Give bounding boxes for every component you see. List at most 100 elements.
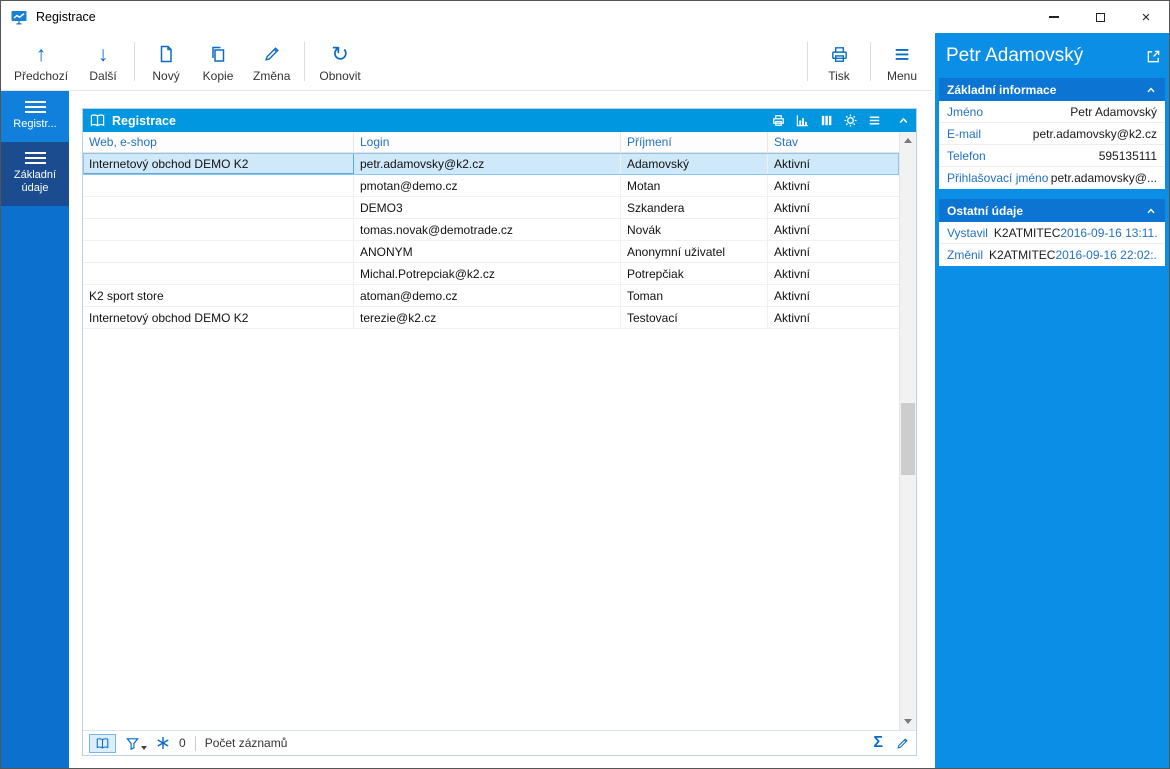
section-title: Základní informace <box>947 82 1057 97</box>
cell: Aktivní <box>774 244 811 259</box>
section-header[interactable]: Ostatní údaje <box>939 199 1165 222</box>
field-row: Jméno Petr Adamovský <box>939 101 1165 123</box>
cell: Aktivní <box>774 266 811 281</box>
statusbar-right: Σ <box>873 735 910 751</box>
cell: Toman <box>621 285 768 306</box>
button-label: Nový <box>152 68 180 83</box>
vertical-scrollbar[interactable] <box>899 132 916 730</box>
table-row[interactable]: DEMO3 Szkandera Aktivní <box>83 197 899 219</box>
scroll-up-button[interactable] <box>900 132 916 149</box>
cell: Aktivní <box>774 156 811 171</box>
sidebar-item-registrace[interactable]: Registr... <box>1 91 69 142</box>
table-row[interactable]: Internetový obchod DEMO K2 petr.adamovsky… <box>83 153 899 175</box>
collapse-chevron-up-icon[interactable] <box>897 114 910 127</box>
cell: Internetový obchod DEMO K2 <box>83 153 354 174</box>
triangle-up-icon <box>904 138 912 143</box>
cell: ANONYM <box>354 241 621 262</box>
new-button[interactable]: Nový <box>140 33 192 90</box>
cell: Internetový obchod DEMO K2 <box>83 307 354 328</box>
edit-button[interactable]: Změna <box>244 33 299 90</box>
minimize-button[interactable] <box>1031 1 1077 33</box>
field-row: Změnil K2ATMITEC 2016-09-16 22:02:... <box>939 244 1165 266</box>
field-label: Telefon <box>947 148 986 163</box>
detail-title: Petr Adamovský <box>946 45 1084 66</box>
close-button[interactable]: × <box>1123 1 1169 33</box>
chevron-up-icon[interactable] <box>1145 84 1157 96</box>
record-count-label[interactable]: Počet záznamů <box>205 736 288 750</box>
pencil-icon[interactable] <box>895 736 910 751</box>
titlebar: Registrace × <box>1 1 1169 33</box>
field-row: Přihlašovací jméno petr.adamovsky@... <box>939 167 1165 189</box>
column-header-prijmeni[interactable]: Příjmení <box>621 132 768 152</box>
book-view-button[interactable] <box>89 733 116 753</box>
refresh-button[interactable]: ↻ Obnovit <box>310 33 369 90</box>
grid-titlebar: Registrace <box>83 109 916 132</box>
grid-statusbar: 0 Počet záznamů Σ <box>83 730 916 755</box>
column-header-login[interactable]: Login <box>354 132 621 152</box>
table-row[interactable]: tomas.novak@demotrade.cz Novák Aktivní <box>83 219 899 241</box>
cell: Michal.Potrepciak@k2.cz <box>354 263 621 284</box>
cell <box>83 263 354 284</box>
field-value: 595135111 <box>1098 148 1157 163</box>
field-row: Telefon 595135111 <box>939 145 1165 167</box>
app-icon <box>10 9 28 25</box>
button-label: Obnovit <box>319 68 361 83</box>
external-link-icon[interactable] <box>1146 49 1161 64</box>
table-row[interactable]: K2 sport store atoman@demo.cz Toman Aktivní <box>83 285 899 307</box>
sidebar: Registr... Základní údaje <box>1 91 69 768</box>
triangle-down-icon <box>904 719 912 724</box>
field-label: Jméno <box>947 104 984 119</box>
sidebar-item-label: Základní údaje <box>13 169 57 194</box>
sum-icon[interactable]: Σ <box>873 735 883 751</box>
table-row[interactable]: pmotan@demo.cz Motan Aktivní <box>83 175 899 197</box>
cell: petr.adamovsky@k2.cz <box>354 153 621 174</box>
button-label: Tisk <box>828 68 850 83</box>
grid-column-headers: Web, e-shop Login Příjmení Stav <box>83 132 899 153</box>
book-icon <box>89 113 106 128</box>
field-value: petr.adamovsky@... <box>1050 171 1157 185</box>
print-button[interactable]: Tisk <box>813 33 865 90</box>
menu-icon: ≡ <box>894 39 910 69</box>
cell: Aktivní <box>774 288 811 303</box>
next-button[interactable]: ↓ Další <box>77 33 129 90</box>
toolbar: ↑ Předchozí ↓ Další Nový Kopie Změna ↻ O… <box>1 33 932 91</box>
field-label: E-mail <box>947 126 982 141</box>
section-other-info: Ostatní údaje Vystavil K2ATMITEC 2016-09-1… <box>939 199 1165 266</box>
cell <box>83 175 354 196</box>
chart-icon[interactable] <box>795 113 810 128</box>
frozen-count: 0 <box>179 736 186 750</box>
columns-icon[interactable] <box>819 113 834 128</box>
button-label: Předchozí <box>14 68 69 83</box>
field-label: Přihlašovací jméno <box>947 171 1049 185</box>
cell: Anonymní uživatel <box>621 241 768 262</box>
panel-menu-icon[interactable] <box>867 113 882 128</box>
scrollbar-thumb[interactable] <box>901 402 915 475</box>
field-label: Změnil <box>947 248 984 262</box>
filter-button[interactable] <box>125 736 147 751</box>
copy-button[interactable]: Kopie <box>192 33 244 90</box>
cell: Novák <box>621 219 768 240</box>
arrow-up-icon: ↑ <box>35 42 47 66</box>
menu-icon <box>24 101 46 113</box>
maximize-button[interactable] <box>1077 1 1123 33</box>
snowflake-icon[interactable] <box>156 736 170 750</box>
button-label: Kopie <box>202 68 234 83</box>
gear-icon[interactable] <box>843 113 858 128</box>
previous-button[interactable]: ↑ Předchozí <box>5 33 77 90</box>
printer-icon[interactable] <box>771 113 786 128</box>
table-row[interactable]: ANONYM Anonymní uživatel Aktivní <box>83 241 899 263</box>
chevron-up-icon[interactable] <box>1145 205 1157 217</box>
section-fields: Jméno Petr Adamovský E-mail petr.adamovsky@… <box>939 101 1165 189</box>
pencil-icon <box>260 43 283 66</box>
menu-button[interactable]: ≡ Menu <box>876 33 928 90</box>
section-header[interactable]: Základní informace <box>939 78 1165 101</box>
column-header-web[interactable]: Web, e-shop <box>83 132 354 152</box>
sidebar-item-zakladni-udaje[interactable]: Základní údaje <box>1 142 69 206</box>
table-row[interactable]: Internetový obchod DEMO K2 terezie@k2.cz T… <box>83 307 899 329</box>
cell: Motan <box>621 175 768 196</box>
scrollbar-track[interactable] <box>900 149 916 713</box>
printer-icon <box>828 43 851 66</box>
column-header-stav[interactable]: Stav <box>768 132 899 152</box>
scroll-down-button[interactable] <box>900 713 916 730</box>
table-row[interactable]: Michal.Potrepciak@k2.cz Potrepčiak Aktivní <box>83 263 899 285</box>
